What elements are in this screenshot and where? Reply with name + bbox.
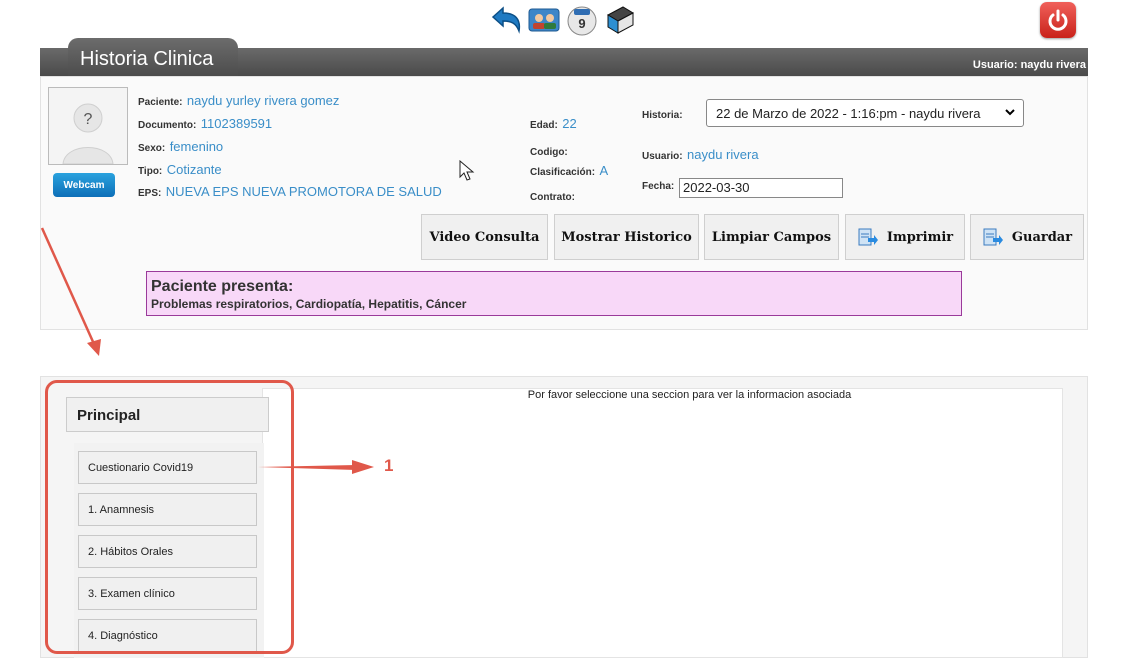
- content-area: [262, 388, 1063, 658]
- page-title: Historia Clinica: [80, 48, 214, 70]
- mouse-cursor-icon: [459, 160, 475, 181]
- guardar-button[interactable]: Guardar: [970, 214, 1084, 260]
- historia-select[interactable]: 22 de Marzo de 2022 - 1:16:pm - naydu ri…: [706, 99, 1024, 127]
- patient-alert: Paciente presenta: Problemas respiratori…: [146, 271, 962, 316]
- contrato-row: Contrato:: [530, 187, 575, 205]
- video-consulta-label: Video Consulta: [429, 229, 540, 245]
- edad-label: Edad:: [530, 120, 558, 131]
- documento-label: Documento:: [138, 120, 197, 131]
- edad-value: 22: [562, 116, 577, 131]
- calendar-day: 9: [578, 16, 585, 31]
- edad-row: Edad: 22: [530, 115, 577, 133]
- eps-value: NUEVA EPS NUEVA PROMOTORA DE SALUD: [165, 184, 442, 199]
- clasificacion-row: Clasificación: A: [530, 162, 608, 180]
- tipo-row: Tipo: Cotizante: [138, 161, 222, 179]
- paciente-label: Paciente:: [138, 97, 183, 108]
- paciente-row: Paciente: naydu yurley rivera gomez: [138, 92, 339, 110]
- webcam-button[interactable]: Webcam: [53, 173, 115, 197]
- mostrar-historico-button[interactable]: Mostrar Historico: [554, 214, 699, 260]
- mostrar-historico-label: Mostrar Historico: [561, 229, 692, 245]
- power-icon[interactable]: [1040, 2, 1076, 38]
- eps-label: EPS:: [138, 188, 162, 199]
- book-icon[interactable]: [602, 2, 638, 38]
- highlight-box: [45, 380, 294, 654]
- top-toolbar: 9: [488, 0, 638, 40]
- video-consulta-button[interactable]: Video Consulta: [421, 214, 548, 260]
- limpiar-campos-label: Limpiar Campos: [711, 229, 832, 245]
- usuario-row: Usuario: naydu rivera: [642, 146, 759, 164]
- limpiar-campos-button[interactable]: Limpiar Campos: [704, 214, 839, 260]
- imprimir-icon: [858, 228, 878, 246]
- codigo-label: Codigo:: [530, 147, 568, 158]
- avatar-placeholder-icon: ?: [62, 103, 114, 165]
- back-arrow-icon[interactable]: [488, 2, 524, 38]
- usuario-label: Usuario:: [642, 151, 683, 162]
- documento-row: Documento: 1102389591: [138, 115, 272, 133]
- imprimir-label: Imprimir: [886, 229, 954, 245]
- sexo-label: Sexo:: [138, 143, 166, 154]
- tipo-value: Cotizante: [166, 162, 222, 177]
- calendar-icon[interactable]: 9: [564, 2, 600, 38]
- fecha-label: Fecha:: [642, 181, 675, 192]
- clasificacion-label: Clasificación:: [530, 167, 596, 178]
- sexo-value: femenino: [169, 139, 224, 154]
- contrato-label: Contrato:: [530, 192, 575, 203]
- documento-value: 1102389591: [200, 116, 273, 131]
- eps-row: EPS: NUEVA EPS NUEVA PROMOTORA DE SALUD: [138, 183, 442, 201]
- header-user: Usuario: naydu rivera: [972, 59, 1086, 71]
- patients-icon[interactable]: [526, 2, 562, 38]
- codigo-row: Codigo:: [530, 142, 568, 160]
- guardar-label: Guardar: [1011, 229, 1073, 245]
- guardar-icon: [983, 228, 1003, 246]
- paciente-value: naydu yurley rivera gomez: [186, 93, 340, 108]
- clasificacion-value: A: [599, 163, 609, 178]
- chevron-down-icon: [1005, 109, 1015, 116]
- avatar-question: ?: [84, 111, 93, 128]
- diagonal-arrow-head: [87, 339, 101, 356]
- fecha-field[interactable]: 2022-03-30: [679, 178, 843, 198]
- usuario-value: naydu rivera: [687, 147, 759, 162]
- sexo-row: Sexo: femenino: [138, 138, 223, 156]
- historia-label: Historia:: [642, 110, 683, 121]
- annotation-number: 1: [384, 456, 394, 475]
- content-message: Por favor seleccione una seccion para ve…: [527, 389, 852, 401]
- imprimir-button[interactable]: Imprimir: [845, 214, 965, 260]
- historia-select-value: 22 de Marzo de 2022 - 1:16:pm - naydu ri…: [716, 106, 981, 121]
- alert-text: Problemas respiratorios, Cardiopatía, He…: [151, 297, 467, 311]
- avatar: ?: [48, 87, 128, 165]
- alert-title: Paciente presenta:: [151, 278, 294, 295]
- tipo-label: Tipo:: [138, 166, 163, 177]
